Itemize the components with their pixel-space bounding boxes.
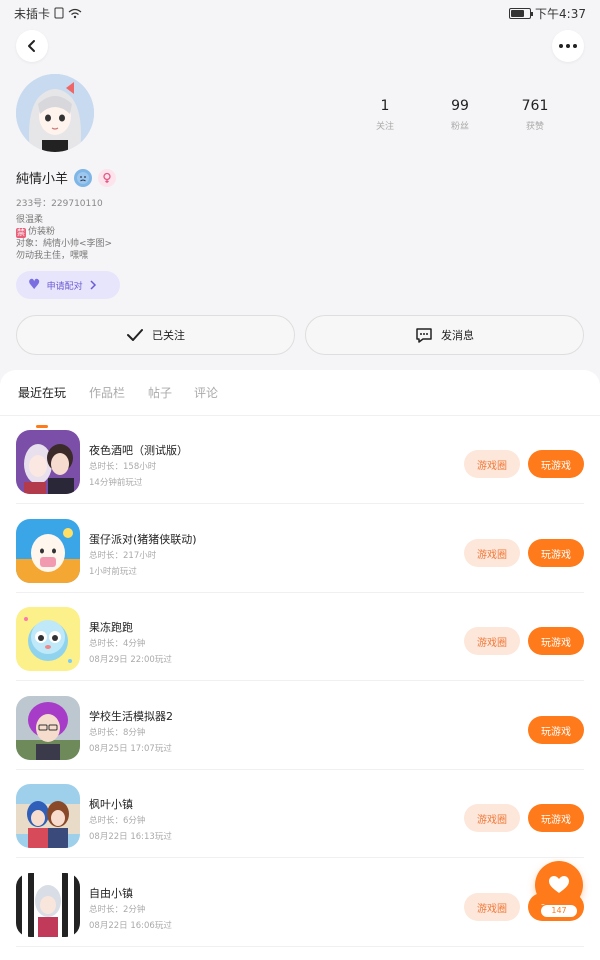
jelly-run-icon bbox=[16, 607, 80, 671]
bio: 很温柔 禁仿装粉 对象：純情小帅<李图> 勿动我主佳，嘿嘿 bbox=[16, 214, 112, 262]
divider bbox=[16, 946, 584, 947]
game-row[interactable]: 学校生活模拟器2 总时长：8分钟 08月25日 17:07玩过 玩游戏 bbox=[0, 682, 600, 770]
play-game-button[interactable]: 玩游戏 bbox=[528, 627, 584, 655]
stat-likes[interactable]: 761 获赞 bbox=[500, 98, 570, 132]
like-count: 147 bbox=[540, 904, 578, 918]
play-game-button[interactable]: 玩游戏 bbox=[528, 804, 584, 832]
divider bbox=[16, 503, 584, 504]
back-button[interactable] bbox=[16, 30, 48, 62]
check-icon bbox=[127, 329, 143, 341]
status-bar: 未插卡 下午4:37 bbox=[0, 0, 600, 26]
game-duration: 总时长：2分钟 bbox=[89, 905, 146, 915]
game-last-played: 08月22日 16:06玩过 bbox=[89, 921, 172, 931]
game-title: 枫叶小镇 bbox=[89, 798, 133, 811]
divider bbox=[16, 680, 584, 681]
avatar[interactable] bbox=[16, 74, 94, 152]
game-duration: 总时长：217小时 bbox=[89, 551, 157, 561]
play-game-button[interactable]: 玩游戏 bbox=[528, 716, 584, 744]
chevron-right-icon bbox=[90, 280, 96, 290]
free-town-icon bbox=[16, 873, 80, 937]
stat-label: 获赞 bbox=[525, 122, 544, 132]
username: 純情小羊 bbox=[16, 172, 69, 187]
sim-icon bbox=[54, 7, 64, 19]
stat-value: 761 bbox=[521, 98, 549, 114]
carrier-text: 未插卡 bbox=[14, 6, 51, 21]
user-id: 233号：229710110 bbox=[16, 199, 103, 209]
more-button[interactable] bbox=[552, 30, 584, 62]
bio-line: 仿装粉 bbox=[28, 227, 56, 237]
anime-couple-icon bbox=[16, 430, 80, 494]
tab-recently-played[interactable]: 最近在玩 bbox=[18, 384, 66, 401]
game-title: 自由小镇 bbox=[89, 887, 133, 900]
play-game-button[interactable]: 玩游戏 bbox=[528, 450, 584, 478]
game-row[interactable]: 自由小镇 总时长：2分钟 08月22日 16:06玩过 游戏圈 玩游戏 bbox=[0, 859, 600, 947]
tab-posts[interactable]: 帖子 bbox=[148, 384, 172, 401]
game-duration: 总时长：6分钟 bbox=[89, 816, 146, 826]
game-last-played: 1小时前玩过 bbox=[89, 567, 137, 577]
content-panel: 最近在玩 作品栏 帖子 评论 夜色酒吧（测试版） 总时长：158小时 14分钟前… bbox=[0, 370, 600, 960]
game-row[interactable]: 夜色酒吧（测试版） 总时长：158小时 14分钟前玩过 游戏圈 玩游戏 bbox=[0, 416, 600, 504]
game-title: 夜色酒吧（测试版） bbox=[89, 444, 188, 457]
game-title: 蛋仔派对(猪猪侠联动) bbox=[89, 533, 197, 546]
follow-label: 已关注 bbox=[152, 329, 185, 342]
eggy-party-icon bbox=[16, 519, 80, 583]
wifi-icon bbox=[68, 8, 82, 18]
school-sim-icon bbox=[16, 696, 80, 760]
purple-heart-icon: ♥ bbox=[28, 277, 41, 293]
stat-label: 关注 bbox=[375, 122, 394, 132]
sad-face-icon bbox=[74, 168, 93, 187]
anime-girl-avatar-icon bbox=[16, 74, 94, 152]
game-row[interactable]: 枫叶小镇 总时长：6分钟 08月22日 16:13玩过 游戏圈 玩游戏 bbox=[0, 770, 600, 858]
battery-icon bbox=[509, 7, 534, 19]
stat-following[interactable]: 1 关注 bbox=[350, 98, 420, 132]
game-duration: 总时长：4分钟 bbox=[89, 639, 146, 649]
game-last-played: 08月25日 17:07玩过 bbox=[89, 744, 172, 754]
status-right: 下午4:37 bbox=[509, 5, 586, 22]
play-game-button[interactable]: 玩游戏 bbox=[528, 539, 584, 567]
female-icon bbox=[98, 168, 117, 187]
chevron-left-icon bbox=[28, 40, 35, 52]
stat-label: 粉丝 bbox=[450, 122, 469, 132]
bio-line: 很温柔 bbox=[16, 215, 44, 225]
tab-works[interactable]: 作品栏 bbox=[89, 384, 125, 401]
message-label: 发消息 bbox=[441, 329, 474, 342]
apply-pair-button[interactable]: ♥ 申请配对 bbox=[16, 271, 120, 299]
heart-icon bbox=[549, 876, 569, 893]
send-message-button[interactable]: 发消息 bbox=[305, 315, 584, 355]
divider bbox=[16, 857, 584, 858]
game-row[interactable]: 蛋仔派对(猪猪侠联动) 总时长：217小时 1小时前玩过 游戏圈 玩游戏 bbox=[0, 505, 600, 593]
game-circle-button[interactable]: 游戏圈 bbox=[464, 539, 520, 567]
game-duration: 总时长：158小时 bbox=[89, 462, 157, 472]
game-circle-button[interactable]: 游戏圈 bbox=[464, 893, 520, 921]
game-circle-button[interactable]: 游戏圈 bbox=[464, 627, 520, 655]
bio-line: 对象：純情小帅<李图> bbox=[16, 239, 113, 249]
username-row: 純情小羊 bbox=[16, 168, 117, 187]
ban-icon: 禁 bbox=[16, 228, 26, 238]
game-title: 果冻跑跑 bbox=[89, 621, 133, 634]
bio-line-with-icon: 禁仿装粉 bbox=[16, 226, 112, 238]
status-left: 未插卡 bbox=[14, 5, 82, 22]
game-circle-button[interactable]: 游戏圈 bbox=[464, 450, 520, 478]
tab-comments[interactable]: 评论 bbox=[194, 384, 218, 401]
tab-bar: 最近在玩 作品栏 帖子 评论 bbox=[0, 384, 600, 428]
stat-value: 1 bbox=[380, 98, 390, 114]
game-circle-button[interactable]: 游戏圈 bbox=[464, 804, 520, 832]
followed-button[interactable]: 已关注 bbox=[16, 315, 295, 355]
profile-stats: 1 关注 99 粉丝 761 获赞 bbox=[350, 98, 570, 132]
maple-town-icon bbox=[16, 784, 80, 848]
chat-bubble-icon bbox=[416, 327, 432, 343]
clock-text: 下午4:37 bbox=[535, 6, 586, 21]
game-last-played: 08月22日 16:13玩过 bbox=[89, 832, 172, 842]
more-dots-icon bbox=[559, 44, 577, 48]
game-last-played: 14分钟前玩过 bbox=[89, 478, 143, 488]
game-row[interactable]: 果冻跑跑 总时长：4分钟 08月29日 22:00玩过 游戏圈 玩游戏 bbox=[0, 593, 600, 681]
stat-value: 99 bbox=[451, 98, 469, 114]
game-duration: 总时长：8分钟 bbox=[89, 728, 146, 738]
game-title: 学校生活模拟器2 bbox=[89, 710, 173, 723]
bio-line: 勿动我主佳，嘿嘿 bbox=[16, 251, 89, 261]
like-fab-button[interactable] bbox=[535, 861, 583, 909]
game-last-played: 08月29日 22:00玩过 bbox=[89, 655, 172, 665]
stat-followers[interactable]: 99 粉丝 bbox=[425, 98, 495, 132]
pair-label: 申请配对 bbox=[46, 281, 83, 292]
